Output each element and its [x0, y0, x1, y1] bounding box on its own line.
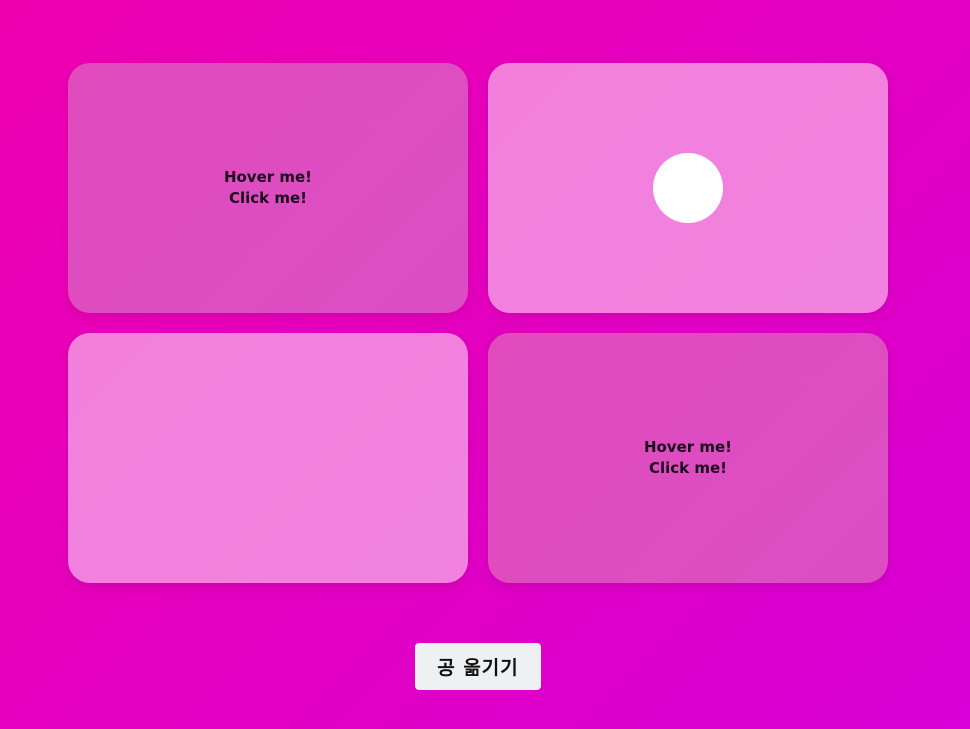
- card-4-hover-label: Hover me!: [643, 438, 733, 456]
- ball-icon: [653, 153, 723, 223]
- card-1[interactable]: Hover me! Click me!: [68, 63, 468, 313]
- card-1-click-label: Click me!: [228, 189, 307, 207]
- card-4-click-label: Click me!: [648, 459, 727, 477]
- card-4[interactable]: Hover me! Click me!: [488, 333, 888, 583]
- card-grid: Hover me! Click me! Hover me! Click me!: [68, 63, 888, 583]
- move-ball-button[interactable]: 공 옮기기: [415, 643, 541, 690]
- card-1-hover-label: Hover me!: [223, 168, 313, 186]
- card-2[interactable]: [488, 63, 888, 313]
- card-3[interactable]: [68, 333, 468, 583]
- card-4-text: Hover me! Click me!: [644, 437, 732, 479]
- card-1-text: Hover me! Click me!: [224, 167, 312, 209]
